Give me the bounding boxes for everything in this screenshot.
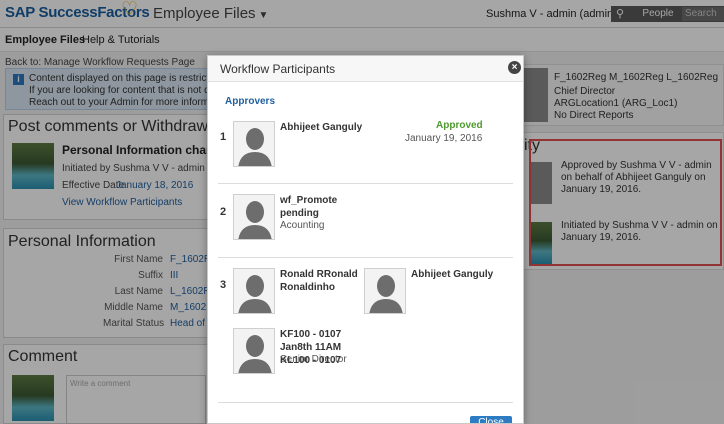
- participant-name[interactable]: Abhijeet Ganguly: [411, 268, 511, 281]
- avatar: [233, 268, 275, 314]
- avatar: [233, 328, 275, 374]
- person-silhouette-icon: [238, 128, 272, 166]
- approval-date: January 19, 2016: [405, 133, 483, 144]
- avatar: [364, 268, 406, 314]
- step-number: 3: [220, 279, 227, 291]
- dialog-title: Workflow Participants: [220, 62, 336, 76]
- participant-title: Senior Director: [280, 354, 347, 365]
- person-silhouette-icon: [369, 275, 403, 313]
- participant-department: Acounting: [280, 220, 325, 231]
- close-button[interactable]: Close: [470, 416, 512, 423]
- workflow-participants-dialog: Workflow Participants × Approvers 1 Abhi…: [207, 55, 524, 424]
- person-silhouette-icon: [238, 275, 272, 313]
- approvers-heading: Approvers: [225, 96, 276, 107]
- step-number: 1: [220, 131, 227, 143]
- divider: [218, 257, 513, 258]
- approval-status: Approved: [436, 120, 483, 131]
- participant-name[interactable]: Ronald RRonald Ronaldinho: [280, 268, 358, 294]
- avatar: [233, 194, 275, 240]
- person-silhouette-icon: [238, 335, 272, 373]
- step-number: 2: [220, 206, 227, 218]
- person-silhouette-icon: [238, 201, 272, 239]
- avatar: [233, 121, 275, 167]
- participant-name[interactable]: Abhijeet Ganguly: [280, 121, 400, 134]
- divider: [218, 402, 513, 403]
- participant-name[interactable]: wf_Promote pending: [280, 194, 340, 220]
- dialog-header: Workflow Participants ×: [208, 56, 523, 82]
- divider: [218, 183, 513, 184]
- close-icon[interactable]: ×: [508, 61, 521, 74]
